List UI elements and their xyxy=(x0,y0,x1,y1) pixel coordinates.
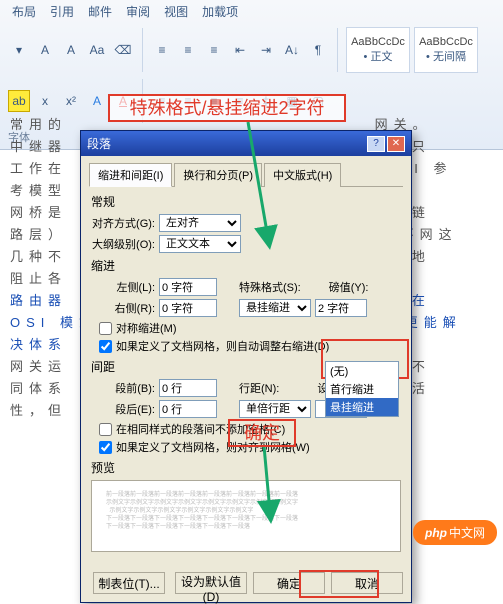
watermark: 中文网 xyxy=(413,520,497,545)
sort-icon[interactable]: A↓ xyxy=(281,39,303,61)
tab-line-page-breaks[interactable]: 换行和分页(P) xyxy=(174,163,262,187)
ok-button[interactable]: 确定 xyxy=(253,572,325,594)
auto-adjust-right-checkbox[interactable] xyxy=(99,340,112,353)
tab-indent-spacing[interactable]: 缩进和间距(I) xyxy=(89,163,172,187)
right-indent-input[interactable] xyxy=(159,299,217,317)
special-format-select[interactable]: 悬挂缩进 xyxy=(239,299,311,317)
snap-to-grid-checkbox[interactable] xyxy=(99,441,112,454)
multilevel-icon[interactable]: ≡ xyxy=(203,39,225,61)
grow-font-icon[interactable]: A xyxy=(34,39,56,61)
no-space-same-style-checkbox[interactable] xyxy=(99,423,112,436)
after-input[interactable] xyxy=(159,400,217,418)
dialog-titlebar[interactable]: 段落 ? ✕ xyxy=(81,131,411,156)
by-value-input[interactable] xyxy=(315,299,367,317)
preview-pane: 前一段落前一段落前一段落前一段落前一段落前一段落前一段落前一段落 示例文字示例文… xyxy=(91,480,401,552)
close-button[interactable]: ✕ xyxy=(387,136,405,152)
mirror-indent-checkbox[interactable] xyxy=(99,322,112,335)
show-marks-icon[interactable]: ¶ xyxy=(307,39,329,61)
annotation-special-format: 特殊格式/悬挂缩进2字符 xyxy=(108,94,346,122)
linespacing-select[interactable]: 单倍行距 xyxy=(239,400,311,418)
alignment-select[interactable]: 左对齐 xyxy=(159,214,241,232)
before-label: 段前(B): xyxy=(89,380,155,396)
tabstops-button[interactable]: 制表位(T)... xyxy=(93,572,165,594)
ribbon-tabs: 布局 引用 邮件 审阅 视图 加载项 xyxy=(0,0,503,23)
ribbon-tab[interactable]: 视图 xyxy=(164,3,188,20)
font-size-dropdown[interactable]: ▾ xyxy=(8,39,30,61)
alignment-label: 对齐方式(G): xyxy=(89,215,155,231)
ribbon-tab[interactable]: 布局 xyxy=(12,3,36,20)
by-label: 磅值(Y): xyxy=(329,279,369,295)
section-preview: 预览 xyxy=(91,459,403,476)
style-nospacing[interactable]: AaBbCcDc • 无间隔 xyxy=(414,27,478,73)
ribbon-tab[interactable]: 审阅 xyxy=(126,3,150,20)
ribbon-tab[interactable]: 加载项 xyxy=(202,3,238,20)
left-indent-label: 左侧(L): xyxy=(89,279,155,295)
left-indent-input[interactable] xyxy=(159,278,217,296)
dialog-tabs: 缩进和间距(I) 换行和分页(P) 中文版式(H) xyxy=(89,162,403,187)
decrease-indent-icon[interactable]: ⇤ xyxy=(229,39,251,61)
ribbon-tab[interactable]: 邮件 xyxy=(88,3,112,20)
clear-format-icon[interactable]: ⌫ xyxy=(112,39,134,61)
after-label: 段后(E): xyxy=(89,401,155,417)
annotation-ok: 确定 xyxy=(228,419,296,447)
change-case-icon[interactable]: Aa xyxy=(86,39,108,61)
dialog-button-row: 制表位(T)... 设为默认值(D) 确定 取消 xyxy=(81,566,411,602)
special-format-dropdown-list: (无) 首行缩进 悬挂缩进 xyxy=(325,361,399,417)
before-input[interactable] xyxy=(159,379,217,397)
style-normal[interactable]: AaBbCcDc • 正文 xyxy=(346,27,410,73)
paragraph-dialog: 段落 ? ✕ 缩进和间距(I) 换行和分页(P) 中文版式(H) 常规 对齐方式… xyxy=(80,130,412,603)
numbering-icon[interactable]: ≡ xyxy=(177,39,199,61)
linespacing-label: 行距(N): xyxy=(239,380,279,396)
set-default-button[interactable]: 设为默认值(D) xyxy=(175,572,247,594)
dialog-title: 段落 xyxy=(87,135,111,152)
outline-label: 大纲级别(O): xyxy=(89,236,155,252)
cancel-button[interactable]: 取消 xyxy=(331,572,403,594)
increase-indent-icon[interactable]: ⇥ xyxy=(255,39,277,61)
shrink-font-icon[interactable]: A xyxy=(60,39,82,61)
ribbon-toolbar: ▾ A A Aa ⌫ ≡ ≡ ≡ ⇤ ⇥ A↓ ¶ AaBbCcDc • 正文 … xyxy=(0,23,503,79)
help-button[interactable]: ? xyxy=(367,136,385,152)
outline-select[interactable]: 正文文本 xyxy=(159,235,241,253)
special-option-none[interactable]: (无) xyxy=(326,362,398,380)
special-label: 特殊格式(S): xyxy=(239,279,301,295)
tab-asian-typography[interactable]: 中文版式(H) xyxy=(264,163,341,187)
bullets-icon[interactable]: ≡ xyxy=(151,39,173,61)
special-option-firstline[interactable]: 首行缩进 xyxy=(326,380,398,398)
right-indent-label: 右侧(R): xyxy=(89,300,155,316)
section-indent: 缩进 xyxy=(91,257,403,274)
section-general: 常规 xyxy=(91,193,403,210)
ribbon-tab[interactable]: 引用 xyxy=(50,3,74,20)
special-option-hanging[interactable]: 悬挂缩进 xyxy=(326,398,398,416)
